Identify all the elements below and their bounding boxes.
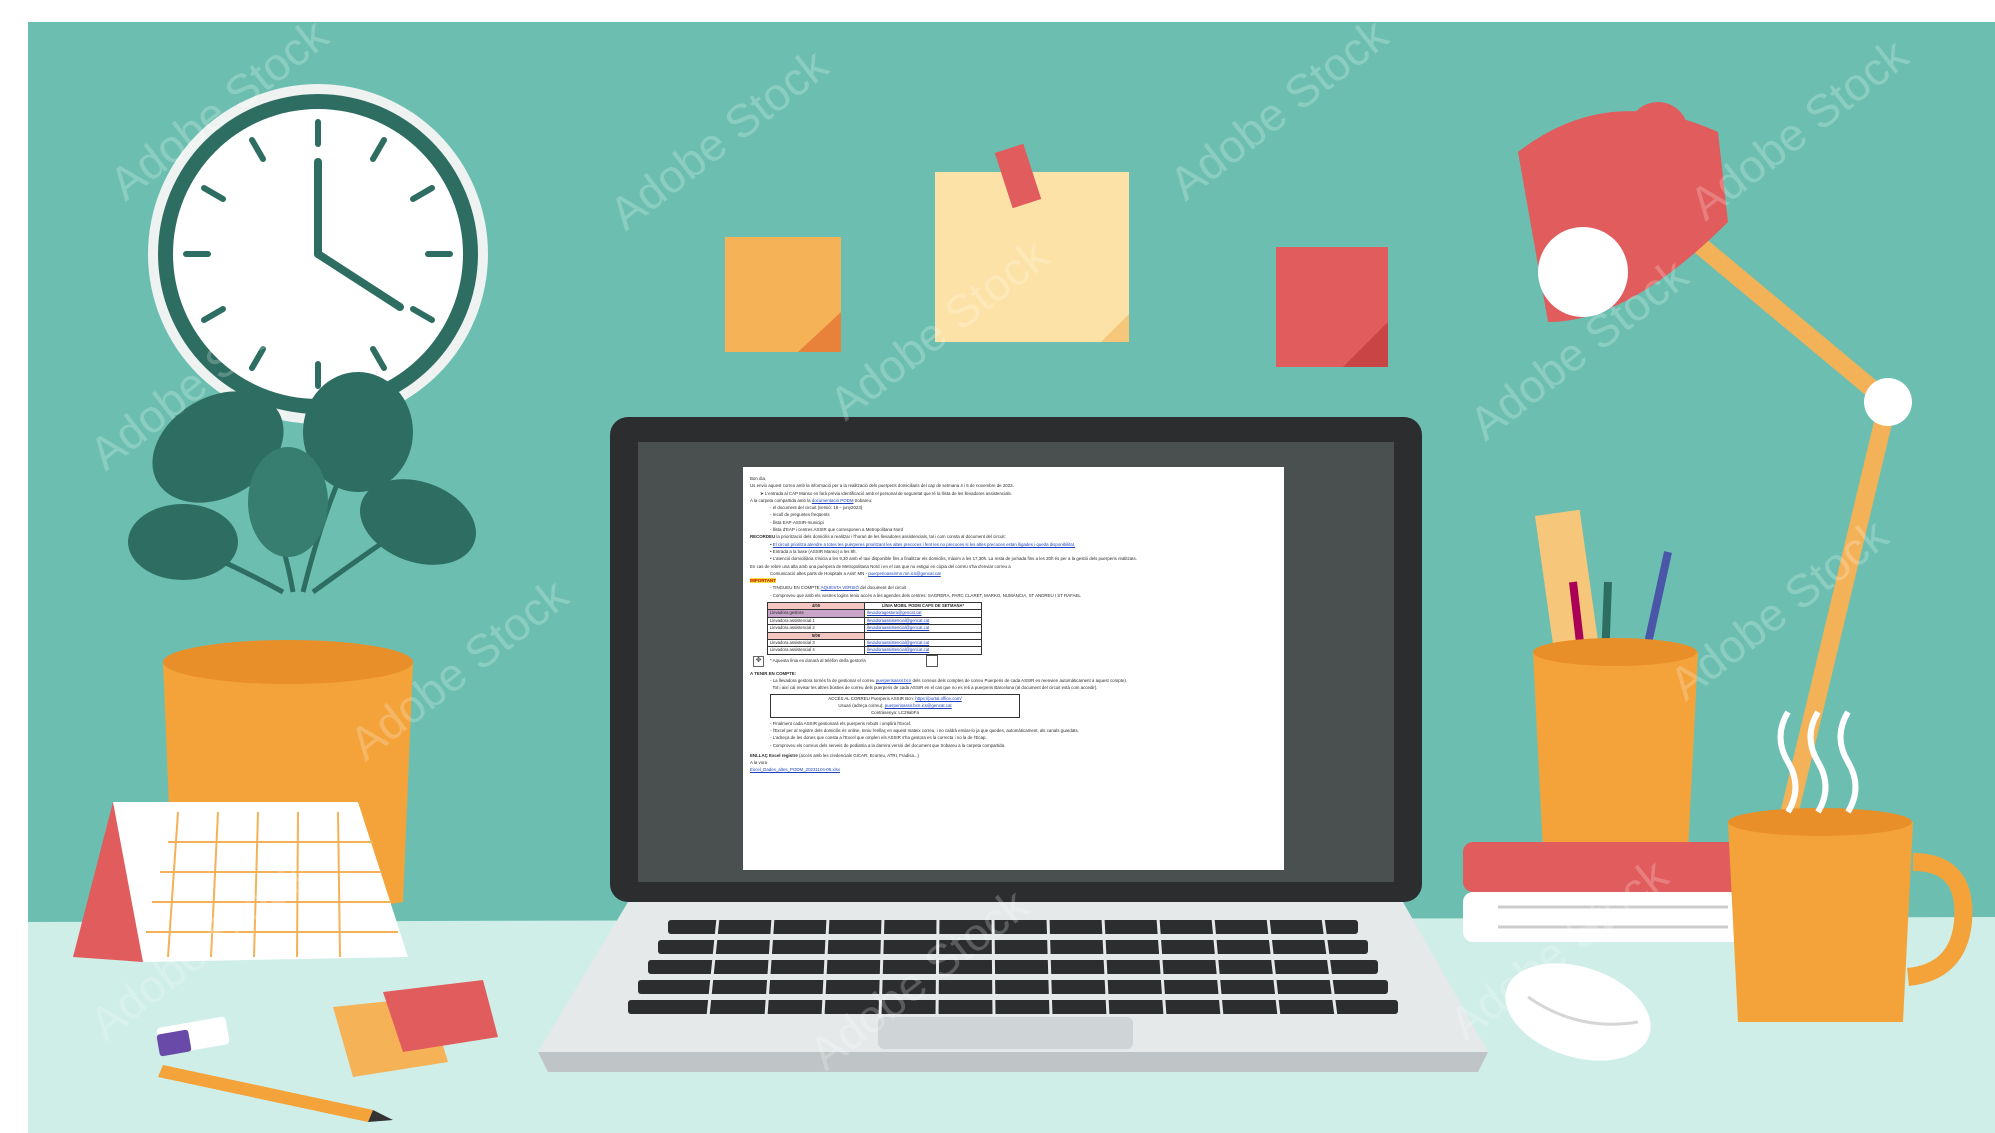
table-header-day: 5/06 [767, 631, 865, 641]
folder-item: - llista EAP-ASSIR-municipi [770, 519, 824, 525]
desk-scene: Adobe Stock Adobe Stock Adobe Stock Adob… [28, 22, 1995, 1133]
important-item: - Comproveu que amb els vostres logins t… [770, 592, 1081, 598]
after-item: - Comproveu els correus dels serveis de … [770, 742, 1006, 748]
email-document: Bon dia, Us envio aquest correu amb la i… [743, 467, 1284, 870]
folder-item: - el document del circuit (versió: 18 – … [770, 505, 863, 511]
excel-link[interactable]: Excel_Dades_altes_PODM_20231104-05.xlsx [750, 766, 1278, 773]
important-label: IMPORTANT [750, 578, 776, 584]
portal-link[interactable]: https://portal.office.com/ [915, 696, 962, 701]
access-box: ACCÉS AL CORREU Puerperis ASSIR Bcn: htt… [770, 693, 1020, 718]
table-row: Llevadora assistencial 4 llevadoraassist… [767, 646, 982, 655]
book-stack [1463, 842, 1763, 942]
folder-link[interactable]: documentació PODM [812, 498, 854, 503]
metro-text: En cas de rebre una alta amb una puèrper… [750, 563, 1011, 569]
recordeu-line: RECORDEU la priorització dels domicilis … [750, 534, 1006, 540]
after-item: - l'Excel per al registre dels domicilis… [770, 727, 1079, 733]
arrow-item: ➤ L'entrada al CAP Manso es farà prèvia … [760, 490, 1012, 496]
table-row: Llevadora assistencial 1 llevadoraassist… [767, 616, 982, 626]
signature: A la vora [750, 760, 768, 766]
enllac-line: ENLLAÇ Excel registre (accés amb les cre… [750, 752, 920, 758]
desk-calendar [73, 802, 408, 962]
greeting: Bon dia, [750, 476, 767, 481]
after-item: - L'adreça de les dones que consta a l'E… [770, 735, 987, 741]
recordeu-item: • El circuit prioritza atendre a totes l… [770, 541, 1076, 547]
after-item: - Finalment cada ASSIR gestionarà els pu… [770, 720, 912, 726]
important-item: - TINGUEU EN COMPTE AQUESTA VERSIÓ del d… [770, 585, 907, 591]
table-header-day: 4/05 [767, 602, 865, 611]
version-link[interactable]: AQUESTA VERSIÓ [821, 585, 859, 590]
table-row: Llevadora assistencial 3 llevadoraassist… [767, 639, 982, 648]
tenir-item: - La llevadora gestora tornés fa de gest… [770, 678, 1128, 684]
metro-line: Comunicació altes parts de Hospitals a A… [770, 570, 941, 576]
table-move-handle-icon[interactable]: ✥ [753, 656, 764, 667]
folder-item: - recull de preguntes freqüents [770, 512, 830, 518]
wall-clock [148, 84, 488, 424]
recordeu-item: • L'atenció domiciliària s'inicia a les … [770, 556, 1137, 562]
table-footnote: * Aquesta línia es donarà al telèfon de/… [750, 654, 1278, 667]
stock-illustration: Adobe Stock Adobe Stock Adobe Stock Adob… [0, 0, 1995, 1133]
tenir-label: A TENIR EN COMPTE: [750, 670, 797, 676]
contacts-table: 4/05 LÍNIA MOBIL PODM CAPS DE SETMANA* L… [767, 602, 982, 655]
metro-email-link[interactable]: puerperioassirmn.mn.ics@gencat.cat [868, 571, 941, 576]
intro-text: Us envio aquest correu amb la informació… [750, 483, 1014, 489]
checkbox[interactable] [925, 654, 938, 667]
folder-item: - llista d'EAP i centres ASSIR que corre… [770, 527, 904, 533]
mailbox-link[interactable]: puerperisassir.bcn [876, 678, 912, 683]
table-header-line: LÍNIA MOBIL PODM CAPS DE SETMANA* [864, 602, 982, 611]
folder-line: A la carpeta compartida amb la documenta… [750, 497, 873, 503]
table-row: Llevadora assistencial 2 llevadoraassist… [767, 624, 982, 633]
tenir-item: Tot i així cal revisar les altres bústie… [772, 685, 1098, 691]
recordeu-item: • Entrada a la base (ASSIR Manso) a les … [770, 548, 857, 554]
mailbox-email-link[interactable]: puerperisassir.bcn.ics@gencat.cat [885, 703, 952, 708]
table-row: Llevadora gestora llevadoragestora@genca… [767, 609, 982, 618]
